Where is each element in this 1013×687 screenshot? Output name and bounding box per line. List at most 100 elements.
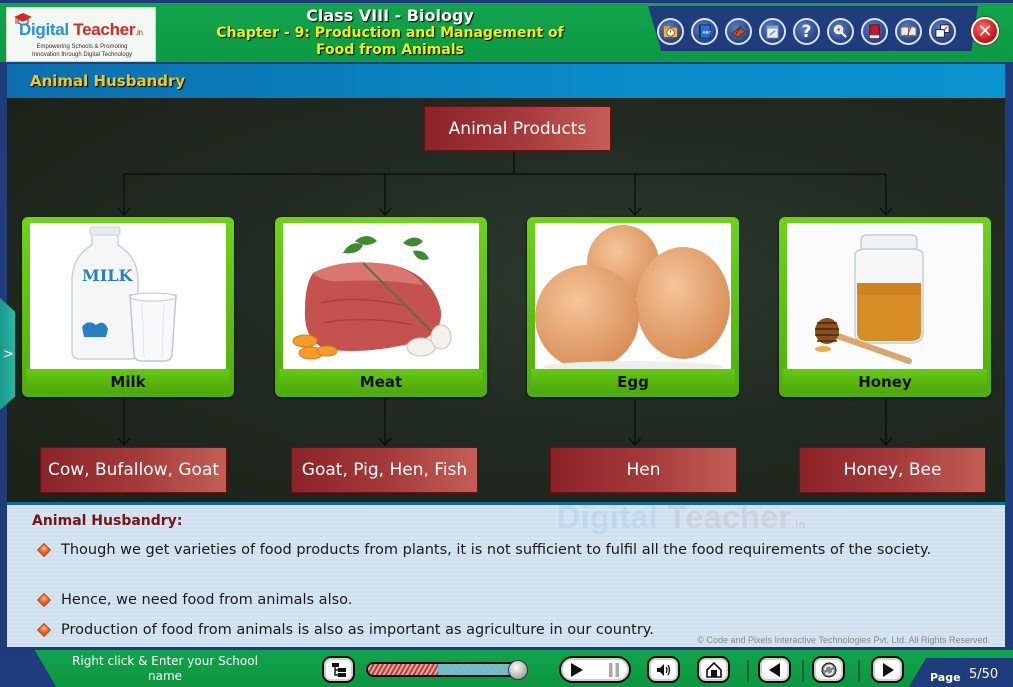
- product-card-meat: Meat: [275, 217, 487, 397]
- previous-page-button[interactable]: [758, 656, 791, 683]
- play-pause-button[interactable]: [559, 656, 631, 683]
- toolbar-separator: [802, 660, 804, 682]
- window-button[interactable]: [929, 18, 956, 45]
- app-window: Digital Teacher.in Empowering Schools & …: [0, 0, 1013, 687]
- product-card-milk: MILK Milk: [22, 217, 234, 397]
- section-title: Animal Husbandry: [30, 72, 186, 90]
- folder-clock-icon: [663, 25, 678, 38]
- calendar-icon: [766, 25, 779, 39]
- notes-button[interactable]: ABC: [691, 18, 718, 45]
- help-icon: ?: [801, 21, 812, 42]
- header: Digital Teacher.in Empowering Schools & …: [0, 0, 1013, 62]
- progress-slider-knob[interactable]: [508, 660, 528, 680]
- source-node-honey: Honey, Bee: [799, 447, 986, 493]
- next-icon: [882, 662, 894, 677]
- red-book-icon: [869, 24, 880, 39]
- speaker-icon: [656, 663, 670, 676]
- open-book-icon: [900, 25, 917, 37]
- product-label: Egg: [617, 373, 649, 391]
- planner-button[interactable]: [759, 18, 786, 45]
- source-node-milk: Cow, Bufallow, Goat: [40, 447, 227, 493]
- milk-image: MILK: [30, 223, 226, 371]
- honey-image: [787, 223, 983, 371]
- toolbar-separator: [747, 660, 749, 682]
- bullet-text: Production of food from animals is also …: [61, 622, 654, 638]
- chevron-right-icon: >: [3, 346, 14, 362]
- root-node-animal-products: Animal Products: [424, 106, 611, 151]
- product-label: Milk: [110, 373, 146, 391]
- footer-left-tab: [0, 650, 58, 687]
- meat-image: [283, 223, 479, 371]
- side-panel-toggle[interactable]: >: [0, 298, 15, 410]
- product-card-egg: Egg: [527, 217, 739, 397]
- whiteboard-button[interactable]: [725, 18, 752, 45]
- toolbar-separator: [858, 660, 860, 682]
- svg-text:MILK: MILK: [82, 266, 133, 285]
- help-button[interactable]: ?: [793, 18, 820, 45]
- pause-icon: [609, 662, 619, 677]
- footer-controls: Right click & Enter your School name Pag…: [0, 647, 1013, 687]
- logo-wordmark: Digital Teacher.in: [19, 20, 143, 40]
- page-label: Page: [930, 671, 961, 684]
- egg-image: [535, 223, 731, 371]
- bullet-item: Though we get varieties of food products…: [36, 541, 979, 560]
- diamond-bullet-icon: [36, 592, 52, 608]
- home-button[interactable]: [697, 656, 730, 683]
- chapter-title-line: Chapter - 9: Production and Management o…: [216, 25, 564, 41]
- index-button[interactable]: [322, 656, 355, 683]
- chapter-title: Chapter - 9: Production and Management o…: [170, 25, 610, 59]
- page-counter: 5/50: [969, 667, 999, 682]
- source-node-meat: Goat, Pig, Hen, Fish: [291, 447, 478, 493]
- honey-jar-illustration: [787, 223, 983, 371]
- text-panel: Digital Teacher.in Animal Husbandry: Tho…: [7, 499, 1005, 647]
- notebook-icon: ABC: [698, 24, 712, 39]
- drawing-tablet-icon: [731, 25, 746, 38]
- index-tree-icon: [331, 662, 346, 677]
- logo-tagline: Empowering Schools & Promoting: [36, 44, 128, 50]
- bullet-text: Though we get varieties of food products…: [61, 542, 932, 558]
- product-label: Honey: [858, 373, 912, 391]
- source-node-egg: Hen: [550, 447, 737, 493]
- eggs-illustration: [535, 223, 731, 371]
- next-page-button[interactable]: [871, 656, 904, 683]
- diamond-bullet-icon: [36, 542, 52, 558]
- logo-brand-teacher: Teacher: [73, 20, 136, 39]
- volume-button[interactable]: [647, 656, 680, 683]
- class-title: Class VIII - Biology: [306, 6, 474, 25]
- replay-button[interactable]: [812, 656, 845, 683]
- close-button[interactable]: ✕: [971, 17, 999, 45]
- watermark-teacher: Teacher: [667, 499, 792, 535]
- replay-icon: [821, 662, 836, 677]
- product-label: Meat: [359, 373, 403, 391]
- close-icon: ✕: [977, 20, 993, 42]
- audio-progress-bar[interactable]: [366, 662, 526, 677]
- logo: Digital Teacher.in Empowering Schools & …: [6, 7, 156, 62]
- watermark-digital: Digital: [557, 499, 659, 535]
- previous-icon: [768, 662, 780, 677]
- logo-tagline: Innovation through Digital Technology: [32, 52, 132, 58]
- diagram-stage: Animal Products MILK Milk Meat Egg Honey…: [7, 98, 1005, 502]
- meat-illustration: [283, 223, 479, 371]
- svg-text:ABC: ABC: [703, 30, 712, 34]
- bullet-item: Hence, we need food from animals also.: [36, 591, 979, 610]
- milk-bottle-illustration: MILK: [30, 223, 226, 371]
- panel-heading: Animal Husbandry:: [32, 513, 183, 529]
- copyright-notice: © Code and Pixels Interactive Technologi…: [697, 635, 990, 645]
- bullet-text: Hence, we need food from animals also.: [61, 592, 353, 608]
- glossary-button[interactable]: [895, 18, 922, 45]
- logo-brand-digital: Digital: [19, 20, 69, 39]
- chapter-title-line: Food from Animals: [316, 42, 464, 58]
- play-icon: [571, 662, 583, 677]
- watermark-logo: Digital Teacher.in: [557, 499, 806, 536]
- school-name-field[interactable]: Right click & Enter your School name: [60, 654, 270, 684]
- diamond-bullet-icon: [36, 622, 52, 638]
- zoom-button[interactable]: [827, 18, 854, 45]
- home-icon: [705, 661, 722, 678]
- window-restore-icon: [935, 24, 950, 38]
- watermark-suffix: .in: [791, 519, 806, 531]
- section-title-bar: Animal Husbandry: [7, 62, 1005, 98]
- resources-button[interactable]: [657, 18, 684, 45]
- dictionary-button[interactable]: [861, 18, 888, 45]
- product-card-honey: Honey: [779, 217, 991, 397]
- logo-brand-suffix: .in: [135, 28, 143, 37]
